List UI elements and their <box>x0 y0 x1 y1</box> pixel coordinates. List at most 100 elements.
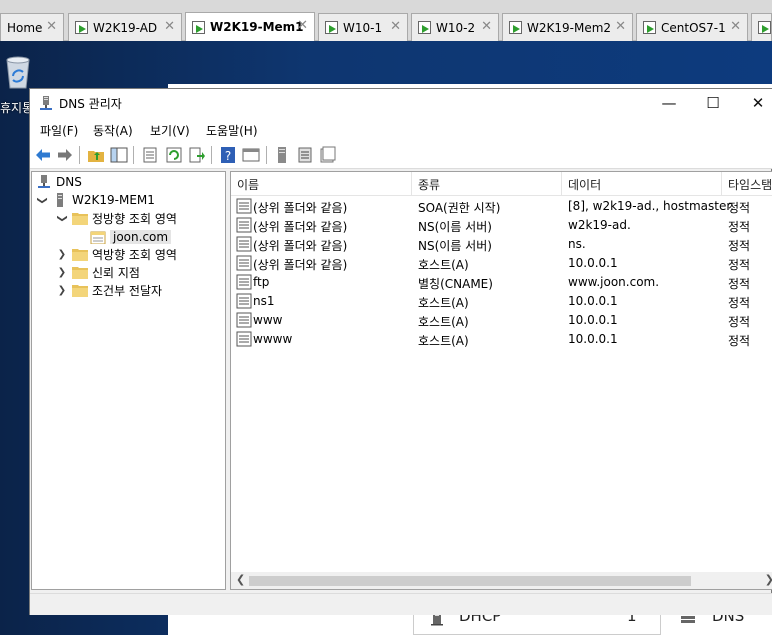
column-header-type[interactable]: 종류 <box>418 176 440 193</box>
table-row[interactable]: ns1 호스트(A) 10.0.0.1 정적 <box>231 292 772 311</box>
record-data: [8], w2k19-ad., hostmaster. <box>568 199 734 213</box>
tree-label: joon.com <box>110 230 172 244</box>
refresh-icon[interactable] <box>165 146 183 164</box>
minimize-button[interactable]: — <box>658 92 680 114</box>
menu-action[interactable]: 동작(A) <box>93 122 133 139</box>
show-hide-tree-icon[interactable] <box>110 146 128 164</box>
close-icon[interactable]: ✕ <box>730 19 741 34</box>
chevron-right-icon[interactable]: ❯ <box>56 249 68 260</box>
table-row[interactable]: (상위 폴더와 같음) 호스트(A) 10.0.0.1 정적 <box>231 254 772 273</box>
close-icon[interactable]: ✕ <box>615 19 626 34</box>
title-bar[interactable]: DNS 관리자 — ☐ ✕ <box>30 89 772 117</box>
horizontal-scrollbar[interactable]: ❮ ❯ <box>231 572 772 589</box>
tree-node-server[interactable]: ❯ W2K19-MEM1 <box>36 191 155 209</box>
dns-record-icon <box>236 236 252 252</box>
tree-node-trust-points[interactable]: ❯ 신뢰 지점 <box>56 263 140 281</box>
record-timestamp: 정적 <box>728 201 751 215</box>
menu-bar: 파일(F) 동작(A) 보기(V) 도움말(H) <box>30 117 772 141</box>
record-timestamp: 정적 <box>728 315 751 329</box>
table-row[interactable]: wwww 호스트(A) 10.0.0.1 정적 <box>231 330 772 349</box>
record-timestamp: 정적 <box>728 239 751 253</box>
folder-icon <box>72 213 88 225</box>
tree-node-conditional-forwarders[interactable]: ❯ 조건부 전달자 <box>56 281 162 299</box>
vm-powered-off-icon <box>509 21 522 34</box>
folder-icon <box>72 267 88 279</box>
scrollbar-thumb[interactable] <box>249 576 691 586</box>
vm-powered-off-icon <box>643 21 656 34</box>
tree-label: W2K19-MEM1 <box>72 193 155 207</box>
dns-record-icon <box>236 198 252 214</box>
maximize-button[interactable]: ☐ <box>702 92 724 114</box>
record-name: ftp <box>253 275 270 289</box>
record-type: 호스트(A) <box>418 258 469 272</box>
vm-tab-centos7-1[interactable]: CentOS7-1 ✕ <box>636 13 748 41</box>
close-icon[interactable]: ✕ <box>481 19 492 34</box>
vm-running-icon <box>325 21 338 34</box>
toolbar-separator <box>211 146 212 164</box>
menu-help[interactable]: 도움말(H) <box>206 122 258 139</box>
record-type: 별칭(CNAME) <box>418 277 493 291</box>
server-icon[interactable] <box>273 146 291 164</box>
vm-running-icon <box>75 21 88 34</box>
help-icon[interactable]: ? <box>219 146 237 164</box>
record-data: 10.0.0.1 <box>568 256 618 270</box>
tree-node-forward-lookup-zones[interactable]: ❯ 정방향 조회 영역 <box>56 209 177 227</box>
vm-tab-w2k19-mem2[interactable]: W2K19-Mem2 ✕ <box>502 13 633 41</box>
properties-sheet-icon[interactable] <box>141 146 159 164</box>
menu-view[interactable]: 보기(V) <box>150 122 190 139</box>
vm-tab-home[interactable]: Home ✕ <box>0 13 64 41</box>
table-row[interactable]: ftp 별칭(CNAME) www.joon.com. 정적 <box>231 273 772 292</box>
up-folder-icon[interactable] <box>87 146 105 164</box>
toolbar-separator <box>133 146 134 164</box>
column-header-timestamp[interactable]: 타임스탬 <box>728 176 772 193</box>
table-row[interactable]: (상위 폴더와 같음) SOA(권한 시작) [8], w2k19-ad., h… <box>231 197 772 216</box>
chevron-right-icon[interactable]: ❯ <box>56 285 68 296</box>
vm-tab-w2k19-ad[interactable]: W2K19-AD ✕ <box>68 13 182 41</box>
vm-tab-w2k19-mem1[interactable]: W2K19-Mem1 ✕ <box>185 12 315 41</box>
close-icon[interactable]: ✕ <box>390 19 401 34</box>
record-type: 호스트(A) <box>418 315 469 329</box>
tree-label: 역방향 조회 영역 <box>92 247 177 262</box>
table-row[interactable]: (상위 폴더와 같음) NS(이름 서버) w2k19-ad. 정적 <box>231 216 772 235</box>
chevron-right-icon[interactable]: ❯ <box>56 267 68 278</box>
column-divider[interactable] <box>561 172 562 196</box>
table-row[interactable]: (상위 폴더와 같음) NS(이름 서버) ns. 정적 <box>231 235 772 254</box>
table-row[interactable]: www 호스트(A) 10.0.0.1 정적 <box>231 311 772 330</box>
scroll-right-icon[interactable]: ❯ <box>765 573 772 586</box>
tree-node-zone-joon-com[interactable]: joon.com <box>90 228 172 246</box>
vm-running-icon <box>192 20 205 34</box>
vm-tab-w10-2[interactable]: W10-2 ✕ <box>411 13 499 41</box>
column-divider[interactable] <box>721 172 722 196</box>
record-data: w2k19-ad. <box>568 218 631 232</box>
record-data: 10.0.0.1 <box>568 294 618 308</box>
menu-file[interactable]: 파일(F) <box>40 122 78 139</box>
chevron-down-icon[interactable]: ❯ <box>57 212 68 224</box>
tree-label: 신뢰 지점 <box>92 265 140 280</box>
close-icon: ✕ <box>751 94 765 112</box>
vm-tab-overflow[interactable] <box>751 13 772 41</box>
record-name: www <box>253 313 283 327</box>
close-icon[interactable]: ✕ <box>46 19 57 34</box>
column-header-name[interactable]: 이름 <box>237 176 259 193</box>
column-header-data[interactable]: 데이터 <box>568 176 601 193</box>
recycle-bin-icon[interactable] <box>2 54 34 90</box>
export-list-icon[interactable] <box>188 146 206 164</box>
scroll-left-icon[interactable]: ❮ <box>236 573 245 586</box>
back-arrow-icon[interactable] <box>34 146 52 164</box>
close-icon[interactable]: ✕ <box>297 18 308 33</box>
tree-node-reverse-lookup-zones[interactable]: ❯ 역방향 조회 영역 <box>56 245 177 263</box>
console-view-icon[interactable] <box>242 146 260 164</box>
tree-node-dns-root[interactable]: DNS <box>36 173 82 191</box>
record-list-icon[interactable] <box>296 146 314 164</box>
column-divider[interactable] <box>411 172 412 196</box>
close-button[interactable]: ✕ <box>747 92 769 114</box>
vm-tab-label: W2K19-Mem1 <box>210 20 304 34</box>
close-icon[interactable]: ✕ <box>164 19 175 34</box>
vm-tab-label: Home <box>7 20 43 35</box>
record-timestamp: 정적 <box>728 220 751 234</box>
record-sheet-icon[interactable] <box>318 146 336 164</box>
forward-arrow-icon[interactable] <box>56 146 74 164</box>
vm-tab-w10-1[interactable]: W10-1 ✕ <box>318 13 408 41</box>
folder-icon <box>72 249 88 261</box>
chevron-down-icon[interactable]: ❯ <box>37 194 48 206</box>
